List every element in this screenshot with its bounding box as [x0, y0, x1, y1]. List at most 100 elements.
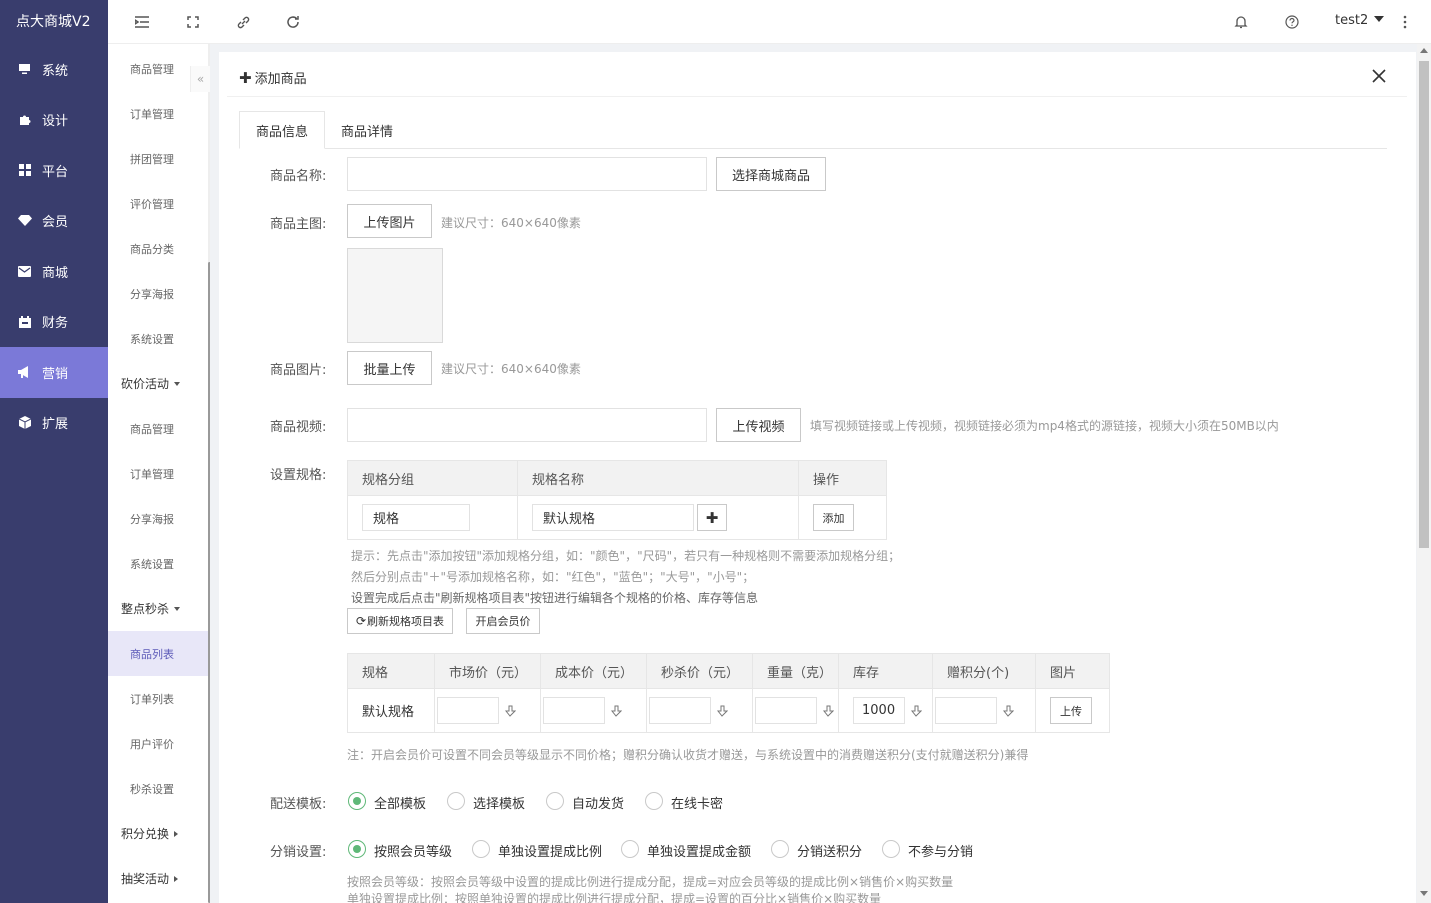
tab-product-detail[interactable]: 商品详情	[325, 111, 409, 149]
nav-item-label: 系统	[42, 63, 69, 79]
spec-image-upload-button[interactable]: 上传	[1050, 697, 1092, 724]
radio-label[interactable]: 在线卡密	[671, 793, 723, 812]
radio-fenxiao-3[interactable]	[771, 840, 789, 858]
radio-delivery-1[interactable]	[447, 792, 465, 810]
price-table-header: 图片	[1035, 653, 1110, 689]
spec-group-input[interactable]: 规格	[362, 504, 470, 531]
fill-down-icon[interactable]	[1001, 704, 1015, 718]
radio-label[interactable]: 分销送积分	[797, 841, 862, 860]
upload-image-button[interactable]: 上传图片	[347, 204, 432, 238]
price-input[interactable]	[935, 697, 997, 724]
spec-tip-line: 然后分别点击"＋"号添加规格名称，如："红色"，"蓝色"；"大号"，"小号"；	[351, 570, 755, 584]
radio-label[interactable]: 按照会员等级	[374, 841, 452, 860]
subnav-item[interactable]: 拼团管理	[108, 136, 208, 181]
price-input[interactable]	[437, 697, 499, 724]
add-spec-name-button[interactable]: ✚	[697, 504, 727, 531]
enable-member-price-button[interactable]: 开启会员价	[466, 608, 540, 634]
subnav-item[interactable]: 分享海报	[108, 271, 208, 316]
radio-label[interactable]: 自动发货	[572, 793, 624, 812]
radio-delivery-3[interactable]	[645, 792, 663, 810]
batch-upload-button[interactable]: 批量上传	[347, 351, 432, 385]
refresh-icon[interactable]	[284, 13, 302, 31]
refresh-spec-table-button[interactable]: ⟳ 刷新规格项目表	[347, 608, 453, 634]
price-input[interactable]: 1000	[853, 697, 905, 724]
cube-icon	[17, 415, 32, 430]
scroll-up-icon[interactable]	[1420, 48, 1428, 53]
menu-toggle-icon[interactable]	[133, 13, 151, 31]
subnav-item[interactable]: 订单管理	[108, 91, 208, 136]
add-spec-group-button[interactable]: 添加	[813, 504, 854, 531]
bell-icon[interactable]	[1232, 13, 1250, 31]
fill-down-icon[interactable]	[909, 704, 923, 718]
price-table-cell: 上传	[1035, 688, 1110, 733]
subnav-item[interactable]: 系统设置	[108, 316, 208, 361]
subnav-item[interactable]: 订单管理	[108, 451, 208, 496]
radio-delivery-2[interactable]	[546, 792, 564, 810]
price-input[interactable]	[755, 697, 817, 724]
radio-fenxiao-1[interactable]	[472, 840, 490, 858]
subnav-group[interactable]: 砍价活动	[108, 361, 208, 406]
video-url-input[interactable]	[347, 408, 707, 442]
radio-fenxiao-2[interactable]	[621, 840, 639, 858]
scroll-down-icon[interactable]	[1420, 891, 1428, 896]
radio-label[interactable]: 单独设置提成金额	[647, 841, 751, 860]
fill-down-icon[interactable]	[715, 704, 729, 718]
fullscreen-icon[interactable]	[184, 13, 202, 31]
spec-label: 设置规格:	[270, 468, 327, 483]
chevron-down-icon	[1374, 16, 1385, 22]
price-table-header: 成本价（元）	[540, 653, 647, 689]
main-image-preview[interactable]	[347, 248, 443, 343]
radio-label[interactable]: 不参与分销	[908, 841, 973, 860]
user-menu[interactable]: test2	[1335, 13, 1385, 28]
price-input[interactable]	[543, 697, 605, 724]
more-vertical-icon[interactable]	[1396, 13, 1414, 31]
close-icon[interactable]	[1372, 69, 1388, 85]
subnav-item[interactable]: 评价管理	[108, 181, 208, 226]
subnav-item[interactable]: 秒杀设置	[108, 766, 208, 811]
subnav-group[interactable]: 积分兑换	[108, 811, 208, 856]
price-table-cell	[646, 688, 753, 733]
subnav-group-label: 抽奖活动	[121, 872, 170, 886]
nav-item-4[interactable]: 商城	[0, 246, 108, 297]
nav-item-6[interactable]: 营销	[0, 347, 108, 398]
radio-label[interactable]: 单独设置提成比例	[498, 841, 602, 860]
main-image-size-hint: 建议尺寸：640×640像素	[441, 216, 581, 230]
scrollbar-thumb[interactable]	[1419, 61, 1429, 548]
subnav-group[interactable]: 抽奖活动	[108, 856, 208, 901]
nav-item-5[interactable]: 财务	[0, 297, 108, 348]
price-table-cell	[932, 688, 1036, 733]
fill-down-icon[interactable]	[609, 704, 623, 718]
help-icon[interactable]	[1283, 13, 1301, 31]
collapse-subnav-button[interactable]: «	[190, 66, 210, 92]
video-label: 商品视频:	[270, 420, 327, 435]
radio-fenxiao-0[interactable]	[348, 840, 366, 858]
nav-item-1[interactable]: 设计	[0, 95, 108, 146]
subnav-item[interactable]: 商品分类	[108, 226, 208, 271]
link-icon[interactable]	[234, 13, 252, 31]
choose-shop-product-button[interactable]: 选择商城商品	[716, 157, 826, 191]
upload-video-button[interactable]: 上传视频	[716, 408, 801, 442]
tab-product-info[interactable]: 商品信息	[239, 111, 325, 149]
subnav-item[interactable]: 订单列表	[108, 676, 208, 721]
spec-name-input[interactable]: 默认规格	[532, 504, 694, 531]
nav-item-3[interactable]: 会员	[0, 196, 108, 247]
nav-item-2[interactable]: 平台	[0, 145, 108, 196]
subnav-item[interactable]: 分享海报	[108, 496, 208, 541]
radio-label[interactable]: 全部模板	[374, 793, 426, 812]
subnav-item[interactable]: 商品列表	[108, 631, 208, 676]
product-name-input[interactable]	[347, 157, 707, 191]
nav-item-0[interactable]: 系统	[0, 44, 108, 95]
radio-label[interactable]: 选择模板	[473, 793, 525, 812]
radio-delivery-0[interactable]	[348, 792, 366, 810]
subnav-item[interactable]: 用户评价	[108, 721, 208, 766]
puzzle-icon	[17, 112, 32, 127]
subnav-item[interactable]: 商品管理	[108, 406, 208, 451]
radio-fenxiao-4[interactable]	[882, 840, 900, 858]
subnav-group[interactable]: 整点秒杀	[108, 586, 208, 631]
subnav-item[interactable]: 系统设置	[108, 541, 208, 586]
fill-down-icon[interactable]	[821, 704, 835, 718]
fill-down-icon[interactable]	[503, 704, 517, 718]
nav-item-7[interactable]: 扩展	[0, 398, 108, 449]
page-scrollbar[interactable]	[1417, 44, 1431, 903]
price-input[interactable]	[649, 697, 711, 724]
